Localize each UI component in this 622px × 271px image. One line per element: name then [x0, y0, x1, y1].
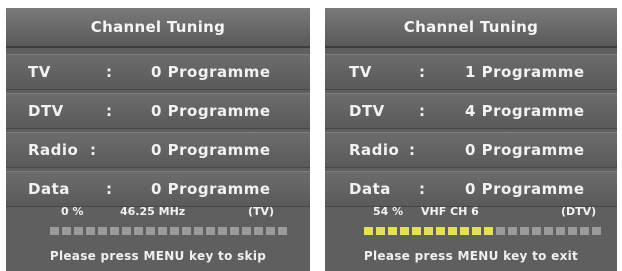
progress-segment	[580, 227, 589, 235]
row-colon: :	[419, 180, 426, 198]
channel-tuning-panel-left: Channel Tuning TV : 0 Programme DTV : 0 …	[6, 8, 310, 271]
progress-segment	[62, 227, 71, 235]
progress-segment	[50, 227, 59, 235]
progress-segment	[556, 227, 565, 235]
progress-segment	[400, 227, 409, 235]
progress-segment	[98, 227, 107, 235]
row-value: 0 Programme	[151, 102, 271, 120]
progress-segment	[592, 227, 601, 235]
progress-segment	[376, 227, 385, 235]
row-value: 0 Programme	[465, 180, 585, 198]
row-value: 0 Programme	[151, 141, 271, 159]
progress-segment	[364, 227, 373, 235]
tuning-mode: (TV)	[248, 205, 275, 218]
progress-segment	[532, 227, 541, 235]
progress-segment	[182, 227, 191, 235]
progress-segment	[218, 227, 227, 235]
progress-segment	[460, 227, 469, 235]
row-label: TV	[349, 63, 372, 81]
tuning-percent: 0 %	[61, 205, 84, 218]
progress-segment	[472, 227, 481, 235]
row-label: Radio	[349, 141, 400, 159]
row-label: Data	[349, 180, 391, 198]
progress-segment	[122, 227, 131, 235]
progress-segment	[496, 227, 505, 235]
row-colon: :	[419, 102, 426, 120]
progress-segment	[388, 227, 397, 235]
progress-segment	[254, 227, 263, 235]
progress-segment	[134, 227, 143, 235]
progress-segment	[436, 227, 445, 235]
progress-segment	[146, 227, 155, 235]
progress-segment	[508, 227, 517, 235]
progress-segment	[194, 227, 203, 235]
row-value: 0 Programme	[151, 180, 271, 198]
row-tv: TV : 1 Programme	[325, 54, 617, 90]
progress-segment	[520, 227, 529, 235]
row-colon: :	[106, 102, 113, 120]
row-label: Radio	[28, 141, 79, 159]
progress-segment	[170, 227, 179, 235]
progress-segment	[278, 227, 287, 235]
progress-segment	[206, 227, 215, 235]
progress-segment	[110, 227, 119, 235]
tuning-frequency: VHF CH 6	[421, 205, 479, 218]
progress-segment	[158, 227, 167, 235]
row-dtv: DTV : 0 Programme	[6, 93, 310, 129]
progress-segment	[266, 227, 275, 235]
row-colon: :	[409, 141, 416, 159]
panel-title: Channel Tuning	[6, 8, 310, 48]
row-tv: TV : 0 Programme	[6, 54, 310, 90]
tuning-status: 0 % 46.25 MHz (TV)	[6, 202, 310, 222]
progress-segment	[484, 227, 493, 235]
row-dtv: DTV : 4 Programme	[325, 93, 617, 129]
row-colon: :	[106, 63, 113, 81]
progress-segment	[448, 227, 457, 235]
row-value: 0 Programme	[465, 141, 585, 159]
progress-segment	[424, 227, 433, 235]
programme-counts: TV : 1 Programme DTV : 4 Programme Radio…	[325, 54, 617, 210]
row-colon: :	[106, 180, 113, 198]
row-radio: Radio : 0 Programme	[325, 132, 617, 168]
row-label: DTV	[349, 102, 385, 120]
row-radio: Radio : 0 Programme	[6, 132, 310, 168]
progress-segment	[74, 227, 83, 235]
row-label: DTV	[28, 102, 64, 120]
progress-segment	[230, 227, 239, 235]
row-value: 1 Programme	[465, 63, 585, 81]
panel-title: Channel Tuning	[325, 8, 617, 48]
tuning-status: 54 % VHF CH 6 (DTV)	[325, 202, 617, 222]
tuning-progress-bar	[364, 227, 601, 235]
progress-segment	[86, 227, 95, 235]
progress-segment	[568, 227, 577, 235]
menu-hint: Please press MENU key to exit	[363, 249, 579, 263]
row-colon: :	[419, 63, 426, 81]
tuning-progress-bar	[50, 227, 287, 235]
row-colon: :	[90, 141, 97, 159]
tuning-percent: 54 %	[373, 205, 404, 218]
tuning-mode: (DTV)	[561, 205, 597, 218]
tuning-frequency: 46.25 MHz	[120, 205, 186, 218]
progress-segment	[242, 227, 251, 235]
programme-counts: TV : 0 Programme DTV : 0 Programme Radio…	[6, 54, 310, 210]
row-label: Data	[28, 180, 70, 198]
channel-tuning-panel-right: Channel Tuning TV : 1 Programme DTV : 4 …	[325, 8, 617, 271]
row-value: 4 Programme	[465, 102, 585, 120]
menu-hint: Please press MENU key to skip	[49, 249, 267, 263]
row-label: TV	[28, 63, 51, 81]
progress-segment	[412, 227, 421, 235]
progress-segment	[544, 227, 553, 235]
row-value: 0 Programme	[151, 63, 271, 81]
